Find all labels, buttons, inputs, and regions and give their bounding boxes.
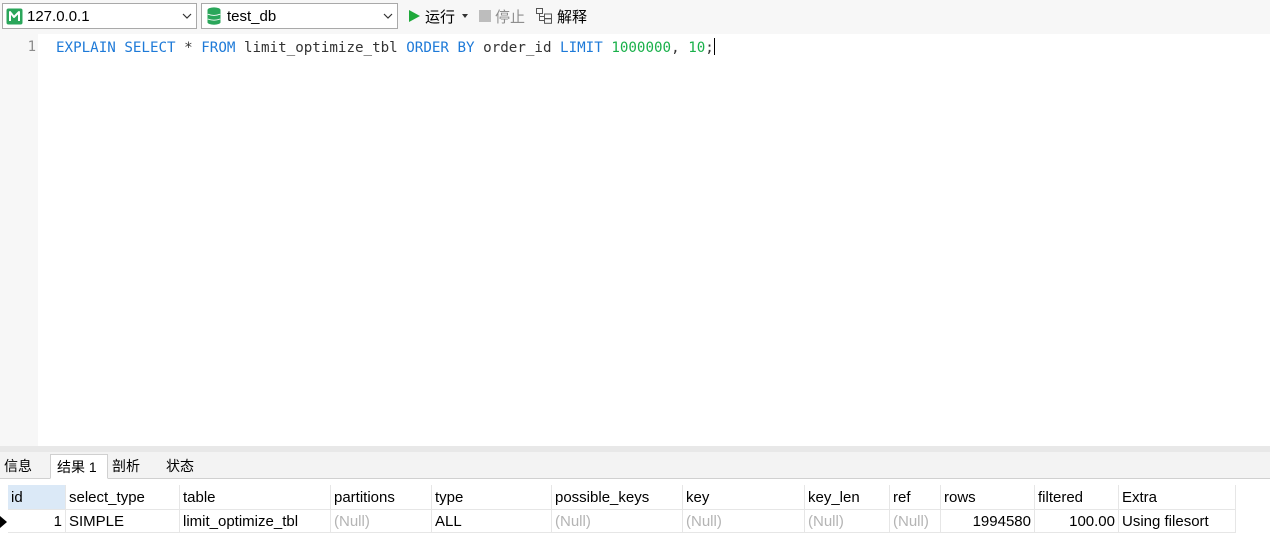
column-header-extra[interactable]: Extra [1119,485,1236,510]
sql-token: ; [705,40,714,56]
column-header-possible-keys[interactable]: possible_keys [552,485,683,510]
column-header-label: table [183,488,216,506]
cell-value: SIMPLE [69,512,125,530]
tab-result-1[interactable]: 结果 1 [50,454,108,479]
column-header-filtered[interactable]: filtered [1035,485,1119,510]
cell-ref[interactable]: (Null) [890,510,941,533]
column-header-ref[interactable]: ref [890,485,941,510]
stop-button[interactable]: 停止 [479,6,525,26]
column-header-label: possible_keys [555,488,650,506]
column-header-label: key_len [808,488,860,506]
cell-partitions[interactable]: (Null) [331,510,432,533]
stop-label: 停止 [495,8,526,26]
run-button[interactable]: 运行 [408,6,469,26]
cell-id[interactable]: 1 [8,510,66,533]
tab-label: 结果 1 [57,458,97,475]
sql-editor[interactable]: 1 EXPLAIN SELECT * FROM limit_optimize_t… [0,34,1270,446]
tab-info[interactable]: 信息 [0,454,48,478]
sql-number: 1000000 [611,40,672,56]
explain-button[interactable]: 解释 [536,6,587,26]
explain-label: 解释 [557,8,588,26]
caret-down-icon [462,14,469,18]
sql-identifier: limit_optimize_tbl [243,40,398,56]
cell-select-type[interactable]: SIMPLE [66,510,180,533]
cell-value: 100.00 [1069,512,1115,530]
cell-value: (Null) [334,512,370,530]
sql-keyword: SELECT [124,40,176,56]
line-gutter: 1 [0,34,38,446]
current-row-arrow-icon [0,510,8,533]
database-value: test_db [227,7,277,25]
cell-value: limit_optimize_tbl [183,512,299,530]
sql-keyword: BY [457,40,475,56]
line-number: 1 [27,39,36,55]
text-cursor [713,38,715,55]
column-header-label: id [11,488,23,506]
table-row[interactable]: 1 SIMPLE limit_optimize_tbl (Null) ALL (… [0,510,1236,533]
cell-value: 1 [53,512,62,530]
column-header-label: filtered [1038,488,1084,506]
column-header-select-type[interactable]: select_type [66,485,180,510]
cell-value: (Null) [686,512,722,530]
column-header-label: type [435,488,464,506]
column-header-table[interactable]: table [180,485,331,510]
cell-value: (Null) [893,512,929,530]
cell-value: 1994580 [972,512,1031,530]
grid-header-row: id select_type table partitions type pos… [0,485,1236,510]
database-select[interactable]: test_db [201,3,398,29]
chevron-down-icon [178,13,196,19]
cell-value: (Null) [555,512,591,530]
cell-value: (Null) [808,512,844,530]
database-icon [207,7,221,25]
cell-possible-keys[interactable]: (Null) [552,510,683,533]
column-header-type[interactable]: type [432,485,552,510]
tab-label: 信息 [4,458,32,474]
column-header-label: Extra [1122,488,1158,506]
sql-keyword: FROM [201,40,236,56]
tab-profile[interactable]: 剖析 [108,454,160,478]
cell-rows[interactable]: 1994580 [941,510,1035,533]
sql-token: * [184,40,193,56]
cell-extra[interactable]: Using filesort [1119,510,1236,533]
column-header-label: key [686,488,710,506]
column-header-label: partitions [334,488,395,506]
cell-table[interactable]: limit_optimize_tbl [180,510,331,533]
sql-identifier: order_id [483,40,552,56]
tab-label: 剖析 [112,458,140,474]
cell-type[interactable]: ALL [432,510,552,533]
result-tabs: 信息 结果 1 剖析 状态 [0,452,1270,479]
column-header-rows[interactable]: rows [941,485,1035,510]
result-grid: id select_type table partitions type pos… [0,479,1270,557]
cell-key[interactable]: (Null) [683,510,805,533]
cell-value: ALL [435,512,462,530]
sql-keyword: LIMIT [560,40,603,56]
sql-keyword: ORDER [406,40,449,56]
column-header-partitions[interactable]: partitions [331,485,432,510]
cell-key-len[interactable]: (Null) [805,510,890,533]
column-header-key[interactable]: key [683,485,805,510]
cell-filtered[interactable]: 100.00 [1035,510,1119,533]
tab-status[interactable]: 状态 [162,454,212,478]
explain-icon [536,8,553,24]
cell-value: Using filesort [1122,512,1209,530]
sql-keyword: EXPLAIN [56,40,116,56]
column-header-key-len[interactable]: key_len [805,485,890,510]
column-header-label: select_type [69,488,145,506]
sql-number: 10 [688,40,706,56]
connection-icon [6,8,23,25]
stop-icon [479,10,491,22]
tab-label: 状态 [166,458,194,474]
chevron-down-icon [379,13,397,19]
column-header-id[interactable]: id [8,485,66,510]
column-header-label: rows [944,488,976,506]
column-header-label: ref [893,488,911,506]
run-label: 运行 [425,8,456,26]
sql-token: , [671,40,680,56]
play-icon [408,9,421,23]
connection-select[interactable]: 127.0.0.1 [2,3,197,29]
sql-code-line[interactable]: EXPLAIN SELECT * FROM limit_optimize_tbl… [56,38,715,58]
toolbar: 127.0.0.1 test_db 运行 停止 解释 [0,0,1270,34]
connection-value: 127.0.0.1 [27,7,90,25]
